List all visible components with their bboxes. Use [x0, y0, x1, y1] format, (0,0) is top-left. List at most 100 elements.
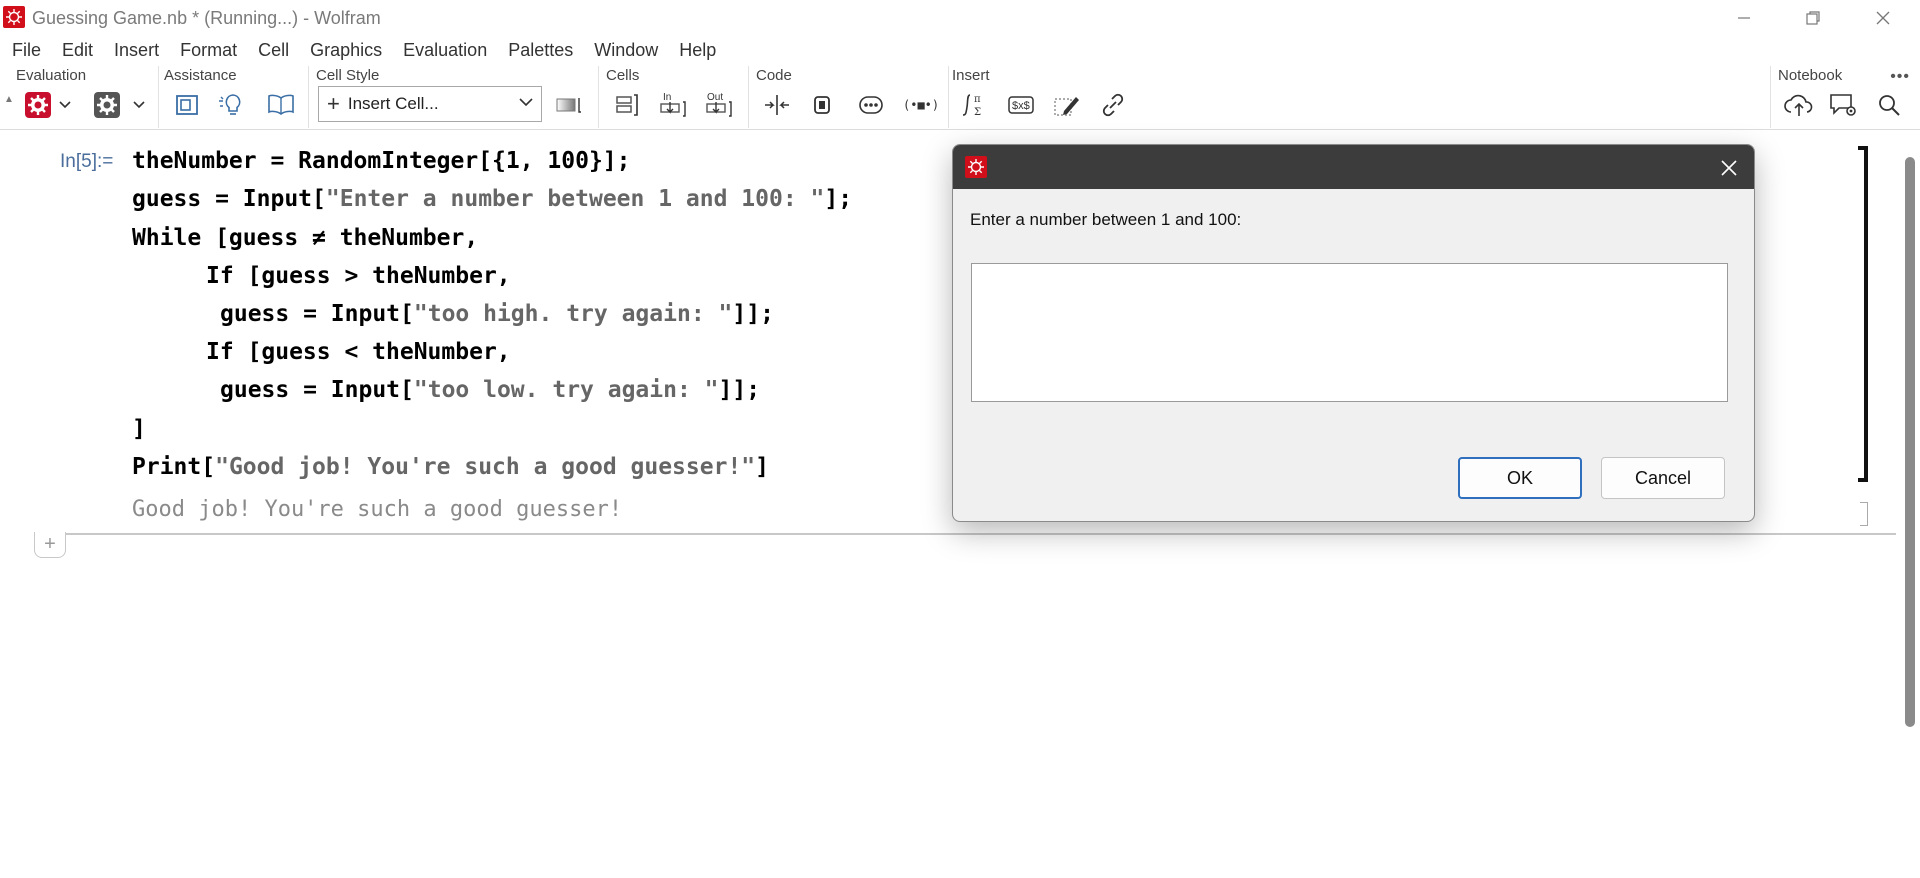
menu-insert[interactable]: Insert [114, 40, 159, 61]
code-line: theNumber = RandomInteger[{1, 100}]; [132, 148, 631, 174]
gradient-box-icon [556, 98, 581, 113]
documentation-center-button[interactable] [170, 90, 204, 120]
toolbar-separator [158, 66, 159, 128]
code-line: If [guess > theNumber, [206, 263, 511, 289]
cell-bracket-button[interactable] [610, 90, 644, 120]
vertical-scrollbar[interactable] [1900, 131, 1920, 878]
dialog-prompt: Enter a number between 1 and 100: [970, 210, 1242, 229]
cell-group-icon [616, 94, 638, 116]
code-string: "Good job! You're such a good guesser!" [215, 454, 756, 480]
math-symbols-button[interactable]: πΣ [958, 90, 992, 120]
restore-icon [1806, 11, 1820, 25]
dollar-formula-icon: $x$ [1008, 96, 1034, 114]
minimize-button[interactable] [1713, 0, 1775, 36]
menu-cell[interactable]: Cell [258, 40, 289, 61]
chevron-down-icon [519, 98, 533, 107]
insert-cell-button[interactable]: + [34, 532, 66, 558]
more-options-button[interactable] [854, 90, 888, 120]
svg-text:$x$: $x$ [1012, 100, 1030, 112]
svg-text:π: π [974, 94, 981, 105]
chevron-down-icon [59, 101, 71, 109]
gear-dropdown[interactable] [130, 90, 148, 120]
toolbar-separator [598, 66, 599, 128]
dialog-close-button[interactable] [1716, 155, 1742, 181]
cell-style-palette-button[interactable] [552, 90, 586, 120]
suggestions-button[interactable] [214, 90, 248, 120]
insert-input-cell-button[interactable]: In [656, 90, 690, 120]
toolbar-group-cells: Cells [606, 67, 640, 84]
code-line: guess = Input["Enter a number between 1 … [132, 184, 852, 214]
toolbar-separator [1770, 66, 1771, 128]
toolbar-separator [948, 66, 949, 128]
toolbar-separator [308, 66, 309, 128]
code-line: ] [132, 416, 146, 442]
code-token: ]; [824, 186, 853, 212]
input-cell-icon: In [660, 92, 686, 117]
chat-gear-icon [1830, 94, 1856, 116]
evaluate-gear-red-icon [25, 92, 51, 118]
output-cell-bracket[interactable] [1860, 502, 1868, 526]
code-token: ] [755, 454, 769, 480]
template-button[interactable]: (•■•) [900, 90, 940, 120]
svg-text:Σ: Σ [974, 107, 981, 118]
insert-formula-button[interactable]: $x$ [1004, 90, 1038, 120]
cancel-button[interactable]: Cancel [1601, 457, 1725, 499]
toolbar-group-evaluation: Evaluation [16, 67, 87, 84]
menu-graphics[interactable]: Graphics [310, 40, 382, 61]
minimize-icon [1738, 17, 1750, 19]
title-bar: Guessing Game.nb * (Running...) - Wolfra… [0, 0, 1920, 36]
insert-output-cell-button[interactable]: Out [702, 90, 736, 120]
gear-icon [94, 92, 120, 118]
ok-button[interactable]: OK [1458, 457, 1582, 499]
svg-text:Out: Out [707, 92, 723, 103]
chat-settings-button[interactable] [1826, 90, 1860, 120]
abort-evaluation-button[interactable] [90, 90, 124, 120]
plus-icon: + [327, 91, 340, 116]
input-cell-label: In[5]:= [60, 151, 114, 172]
cell-style-dropdown[interactable]: + Insert Cell... [318, 86, 542, 122]
link-icon [1102, 93, 1124, 117]
code-token: guess = Input[ [132, 186, 326, 212]
insert-hyperlink-button[interactable] [1096, 90, 1130, 120]
lightbulb-icon [219, 94, 241, 115]
close-window-button[interactable] [1852, 0, 1914, 36]
book-button[interactable] [264, 90, 298, 120]
dialog-input-field[interactable] [971, 263, 1728, 402]
menu-file[interactable]: File [12, 40, 41, 61]
code-line: If [guess < theNumber, [206, 339, 511, 365]
menu-palettes[interactable]: Palettes [508, 40, 573, 61]
menu-window[interactable]: Window [594, 40, 658, 61]
copy-code-button[interactable] [806, 90, 840, 120]
menu-bar: File Edit Insert Format Cell Graphics Ev… [0, 36, 1920, 64]
toolbar-group-cell-style: Cell Style [316, 67, 380, 84]
scrollbar-thumb[interactable] [1905, 157, 1915, 727]
toolbar-group-assistance: Assistance [164, 67, 237, 84]
menu-format[interactable]: Format [180, 40, 237, 61]
code-token: guess = Input[ [220, 301, 414, 327]
copy-icon [814, 96, 830, 114]
drawing-tools-button[interactable] [1050, 90, 1084, 120]
cloud-publish-button[interactable] [1782, 90, 1816, 120]
menu-evaluation[interactable]: Evaluation [403, 40, 487, 61]
code-string: "too low. try again: " [413, 377, 719, 403]
toolbar-more-icon[interactable]: ••• [1890, 68, 1910, 86]
code-line: Print["Good job! You're such a good gues… [132, 452, 769, 482]
code-string: "Enter a number between 1 and 100: " [325, 186, 825, 212]
cell-insertion-line [66, 533, 1896, 535]
code-line: While [guess ≠ theNumber, [132, 225, 479, 251]
cell-style-value: Insert Cell... [347, 94, 439, 113]
book-icon [268, 94, 294, 115]
menu-edit[interactable]: Edit [62, 40, 93, 61]
dialog-title-bar[interactable] [953, 145, 1754, 189]
cell-bracket[interactable] [1858, 146, 1868, 482]
menu-help[interactable]: Help [679, 40, 716, 61]
restore-button[interactable] [1782, 0, 1844, 36]
evaluate-button[interactable] [21, 90, 55, 120]
evaluate-dropdown[interactable] [56, 90, 74, 120]
window-title: Guessing Game.nb * (Running...) - Wolfra… [32, 8, 381, 28]
math-integral-icon: πΣ [962, 94, 981, 118]
search-button[interactable] [1872, 90, 1906, 120]
split-cell-button[interactable] [760, 90, 794, 120]
collapse-toolbar-icon[interactable]: ▲ [4, 94, 14, 105]
search-icon [1879, 95, 1900, 116]
